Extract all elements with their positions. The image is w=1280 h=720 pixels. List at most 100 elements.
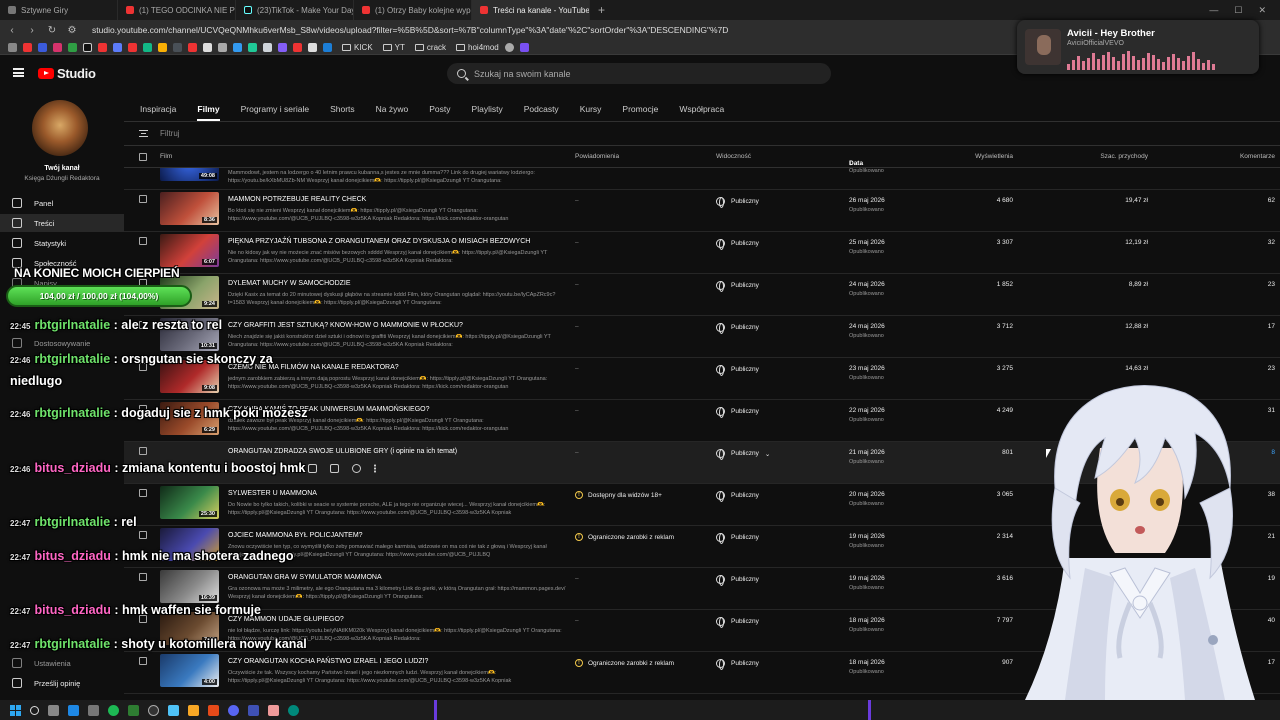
row-checkbox[interactable] <box>139 237 147 245</box>
bookmark-icon[interactable] <box>308 42 317 52</box>
close-window-icon[interactable]: ✕ <box>1258 5 1266 16</box>
spotify-icon[interactable] <box>108 704 119 716</box>
video-thumbnail[interactable]: 8:36 <box>160 192 219 225</box>
visibility-cell[interactable]: Publiczny <box>716 575 759 586</box>
browser-tab[interactable]: (1) Otrzy Baby kolejne wypadki samo✕ <box>354 0 472 20</box>
bookmark-icon[interactable] <box>188 42 197 52</box>
visibility-cell[interactable]: Publiczny <box>716 365 759 376</box>
visibility-cell[interactable]: Publiczny <box>716 323 759 334</box>
menu-icon[interactable] <box>13 68 24 77</box>
bookmark-icon[interactable] <box>113 42 122 52</box>
bookmark-icon[interactable] <box>218 42 227 52</box>
steam-icon[interactable] <box>68 704 79 716</box>
bookmark-icon[interactable] <box>158 42 167 52</box>
facebook-bookmark-icon[interactable] <box>38 42 47 52</box>
sidebar-item-dashboard[interactable]: Panel <box>0 194 124 212</box>
windows-start-icon[interactable] <box>10 704 21 716</box>
youtube-studio-logo[interactable]: Studio <box>38 66 96 81</box>
restrictions-cell[interactable]: ! Ograniczone zarobki z reklam <box>575 533 674 541</box>
tiktok-bookmark-icon[interactable] <box>83 42 92 52</box>
bookmark-icon[interactable] <box>323 42 332 52</box>
video-title[interactable]: ORANGUTAN ZDRADZA SWOJE ULUBIONE GRY (i … <box>228 448 457 455</box>
bookmark-icon[interactable] <box>68 42 77 52</box>
tab-shorts[interactable]: Shorts <box>330 97 355 121</box>
visibility-cell[interactable]: Publiczny <box>716 407 759 418</box>
more-options-icon[interactable] <box>374 464 376 473</box>
tab-programy-i-seriale[interactable]: Programy i seriale <box>241 97 310 121</box>
video-title[interactable]: CZY ORANGUTAN KOCHA PAŃSTWO IZRAEL I JEG… <box>228 658 428 665</box>
task-view-icon[interactable] <box>48 704 59 716</box>
tab-posty[interactable]: Posty <box>429 97 450 121</box>
youtube-bookmark-icon[interactable] <box>98 42 107 52</box>
bookmark-icon[interactable] <box>203 42 212 52</box>
tab-podcasty[interactable]: Podcasty <box>524 97 559 121</box>
video-comments[interactable]: 23 <box>1268 281 1275 288</box>
chevron-down-icon[interactable]: ⌄ <box>765 450 770 458</box>
tab-wsp-praca[interactable]: Współpraca <box>679 97 724 121</box>
video-comments[interactable]: 23 <box>1268 365 1275 372</box>
obs-icon[interactable] <box>148 704 159 716</box>
reload-icon[interactable]: ↻ <box>46 25 58 36</box>
visibility-cell[interactable]: Publiczny <box>716 197 759 208</box>
video-comments[interactable]: 32 <box>1268 239 1275 246</box>
address-bar[interactable]: studio.youtube.com/channel/UCVQeQNMhku6v… <box>92 25 728 35</box>
visibility-cell[interactable]: Publiczny <box>716 617 759 628</box>
bookmark-icon[interactable] <box>143 42 152 52</box>
search-input[interactable] <box>474 68 794 79</box>
browser-tab[interactable]: (1) TEGO ODCINKA NIE POWINNO✕ <box>118 0 236 20</box>
tab-filmy[interactable]: Filmy <box>197 97 220 121</box>
brave-icon[interactable] <box>208 704 219 716</box>
bookmark-folder-yt[interactable]: YT <box>382 43 405 52</box>
media-playback-popup[interactable]: Avicii - Hey Brother AviciiOfficialVEVO <box>1017 20 1259 74</box>
bookmark-icon[interactable] <box>293 42 302 52</box>
filter-input[interactable] <box>160 129 270 138</box>
table-row[interactable]: 49:08 Mammodowt, jestem na lodzergo o 40… <box>124 168 1280 190</box>
tab-inspiracja[interactable]: Inspiracja <box>140 97 176 121</box>
search-icon[interactable] <box>30 705 39 715</box>
youtube-icon[interactable] <box>330 464 339 473</box>
row-checkbox[interactable] <box>139 573 147 581</box>
bookmark-icon[interactable] <box>263 42 272 52</box>
video-comments[interactable]: 62 <box>1268 197 1275 204</box>
youtube-bookmark-icon[interactable] <box>23 42 32 52</box>
app-icon[interactable] <box>88 704 99 716</box>
row-checkbox[interactable] <box>139 657 147 665</box>
col-views[interactable]: Wyświetlenia <box>975 153 1013 160</box>
bookmark-icon[interactable] <box>128 42 137 52</box>
bookmark-icon[interactable] <box>504 42 514 52</box>
app-icon[interactable] <box>128 704 139 716</box>
bookmark-folder-hoi4mod[interactable]: hoi4mod <box>456 43 499 52</box>
bookmark-icon[interactable] <box>233 42 242 52</box>
channel-avatar[interactable] <box>32 100 88 156</box>
channel-search[interactable] <box>447 63 831 84</box>
visibility-cell[interactable]: Publiczny <box>716 239 759 250</box>
visibility-cell[interactable]: Publiczny <box>716 491 759 502</box>
sidebar-item-settings[interactable]: Ustawienia <box>0 654 124 672</box>
monetization-icon[interactable] <box>352 464 361 473</box>
file-explorer-icon[interactable] <box>188 704 199 716</box>
restrictions-cell[interactable]: ! Dostępny dla widzów 18+ <box>575 491 662 499</box>
bookmark-folder-crack[interactable]: crack <box>414 43 446 52</box>
site-info-icon[interactable]: ⚙ <box>66 25 78 36</box>
table-row[interactable]: 6:07 PIĘKNA PRZYJAŹŃ TUBSONA Z ORANGUTAN… <box>124 232 1280 274</box>
restrictions-cell[interactable]: ! Ograniczone zarobki z reklam <box>575 659 674 667</box>
video-thumbnail[interactable]: 6:07 <box>160 234 219 267</box>
apps-icon[interactable] <box>8 42 17 52</box>
settings-app-icon[interactable] <box>168 704 179 716</box>
video-comments[interactable]: 17 <box>1268 323 1275 330</box>
video-title[interactable]: MAMMON POTRZEBUJE REALITY CHECK <box>228 196 366 203</box>
forward-icon[interactable]: › <box>26 25 38 36</box>
maximize-icon[interactable]: ☐ <box>1234 5 1242 16</box>
back-icon[interactable]: ‹ <box>6 25 18 36</box>
tab-promocje[interactable]: Promocje <box>622 97 658 121</box>
bookmark-icon[interactable] <box>278 42 287 52</box>
bookmark-icon[interactable] <box>519 42 529 52</box>
visibility-cell[interactable]: Publiczny <box>716 281 759 292</box>
tab-kursy[interactable]: Kursy <box>580 97 602 121</box>
discord-icon[interactable] <box>228 704 239 716</box>
app-icon[interactable] <box>288 704 299 716</box>
col-revenue[interactable]: Szac. przychody <box>1100 153 1148 160</box>
visibility-cell[interactable]: Publiczny <box>716 533 759 544</box>
sidebar-item-feedback[interactable]: Prześlij opinię <box>0 674 124 692</box>
bookmark-folder-kick[interactable]: KICK <box>342 43 373 52</box>
